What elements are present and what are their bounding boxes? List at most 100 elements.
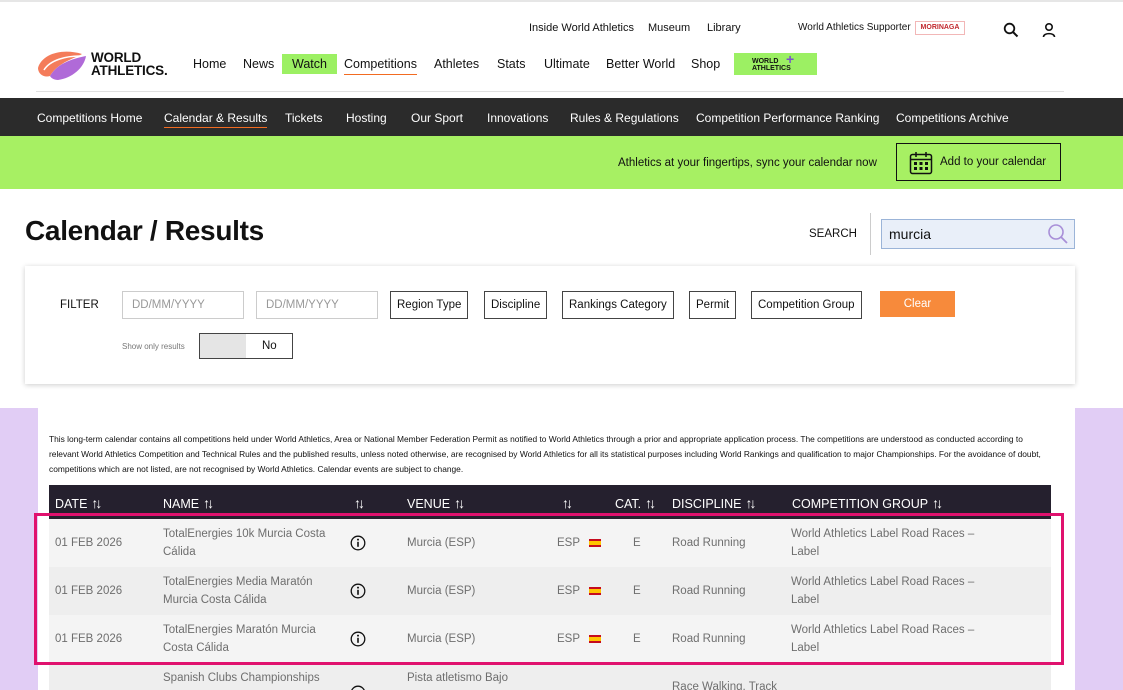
rankings-category-button[interactable]: Rankings Category [562, 291, 674, 319]
search-icon[interactable] [1003, 22, 1021, 40]
table-row[interactable]: 01 FEB 2026 TotalEnergies Maratón Murcia… [49, 615, 1051, 663]
sort-icon: ↑↓ [354, 495, 365, 511]
nav-watch[interactable]: Watch [282, 54, 337, 74]
page-title: Calendar / Results [25, 215, 264, 246]
header-info[interactable]: ↑↓ [350, 495, 365, 511]
row-discipline: Race Walking, Track [672, 681, 778, 690]
subnav-hosting[interactable]: Hosting [346, 111, 387, 125]
header-group-label: COMPETITION GROUP [792, 497, 929, 511]
logo-wordmark: WORLD ATHLETICS. [91, 51, 168, 78]
plus-badge-line-2: ATHLETICS [752, 65, 791, 72]
date-to-input[interactable] [256, 291, 378, 319]
row-country: ESP [557, 585, 581, 597]
world-athletics-mark-icon [38, 51, 86, 80]
subnav-competitions-archive[interactable]: Competitions Archive [896, 111, 1009, 125]
row-name[interactable]: TotalEnergies Maratón Murcia Costa Cálid… [163, 621, 343, 657]
sort-icon: ↑↓ [454, 495, 465, 511]
row-group: World Athletics Label Road Races – Label [791, 624, 975, 654]
nav-competitions[interactable]: Competitions [344, 57, 417, 75]
info-icon[interactable] [350, 631, 366, 647]
date-from-input[interactable] [122, 291, 244, 319]
row-name[interactable]: TotalEnergies Media Maratón Murcia Costa… [163, 573, 343, 609]
link-library[interactable]: Library [707, 22, 741, 34]
link-inside-world-athletics[interactable]: Inside World Athletics [529, 22, 634, 34]
header-venue[interactable]: VENUE ↑↓ [407, 495, 465, 511]
subnav-competition-performance-ranking[interactable]: Competition Performance Ranking [696, 111, 879, 125]
row-name[interactable]: Spanish Clubs Championships [163, 669, 343, 687]
row-cat: E [633, 537, 641, 549]
header-name[interactable]: NAME ↑↓ [163, 495, 214, 511]
header-discipline-label: DISCIPLINE [672, 497, 742, 511]
row-date: 01 FEB 2026 [55, 585, 123, 597]
permit-button[interactable]: Permit [689, 291, 737, 319]
header-discipline[interactable]: DISCIPLINE ↑↓ [672, 495, 756, 511]
row-venue: Murcia (ESP) [407, 537, 476, 549]
row-discipline: Road Running [672, 585, 746, 597]
banner-text: Athletics at your fingertips, sync your … [618, 157, 877, 169]
logo-line-2: ATHLETICS. [91, 63, 168, 78]
clear-filters-button[interactable]: Clear [880, 291, 955, 317]
discipline-button[interactable]: Discipline [484, 291, 548, 319]
header-date[interactable]: DATE ↑↓ [55, 495, 102, 511]
spain-flag-icon [589, 587, 601, 595]
link-museum[interactable]: Museum [648, 22, 690, 34]
calendar-sync-banner: Athletics at your fingertips, sync your … [0, 136, 1123, 189]
row-discipline: Road Running [672, 537, 746, 549]
nav-better-world[interactable]: Better World [606, 57, 675, 71]
info-icon[interactable] [350, 685, 366, 690]
table-row[interactable]: Spanish Clubs Championships Pista atleti… [49, 663, 1051, 690]
toggle-value: No [262, 340, 277, 352]
results-table-header: DATE ↑↓ NAME ↑↓ ↑↓ VENUE ↑↓ ↑↓ CAT. ↑↓ DISCI… [49, 485, 1051, 519]
user-icon[interactable] [1041, 22, 1059, 40]
plus-icon: + [786, 51, 795, 67]
subnav-rules-regulations[interactable]: Rules & Regulations [570, 111, 679, 125]
row-country: ESP [557, 633, 581, 645]
subnav-calendar-results[interactable]: Calendar & Results [164, 111, 268, 128]
header-country[interactable]: ↑↓ [558, 495, 573, 511]
nav-shop[interactable]: Shop [691, 57, 720, 71]
row-group: World Athletics Label Road Races – Label [791, 576, 975, 606]
nav-news[interactable]: News [243, 57, 274, 71]
subnav-innovations[interactable]: Innovations [487, 111, 548, 125]
sort-icon: ↑↓ [645, 495, 656, 511]
row-venue: Murcia (ESP) [407, 585, 476, 597]
search-label: SEARCH [809, 228, 857, 240]
sort-icon: ↑↓ [91, 495, 102, 511]
search-submit-icon[interactable] [1047, 223, 1069, 245]
table-row[interactable]: 01 FEB 2026 TotalEnergies 10k Murcia Cos… [49, 519, 1051, 567]
show-only-results-toggle[interactable]: No [199, 333, 293, 359]
header-competition-group[interactable]: COMPETITION GROUP ↑↓ [792, 495, 943, 511]
row-venue: Murcia (ESP) [407, 633, 476, 645]
nav-athletes[interactable]: Athletes [434, 57, 479, 71]
row-name[interactable]: TotalEnergies 10k Murcia Costa Cálida [163, 525, 343, 561]
calendar-icon [909, 152, 933, 175]
world-athletics-logo[interactable]: WORLD ATHLETICS. [36, 48, 176, 82]
add-to-calendar-button[interactable]: Add to your calendar [896, 143, 1061, 181]
competition-group-button[interactable]: Competition Group [751, 291, 862, 319]
world-athletics-plus-button[interactable]: WORLD ATHLETICS + [734, 51, 817, 75]
subnav-competitions-home[interactable]: Competitions Home [37, 111, 142, 125]
row-venue: Pista atletismo Bajo [407, 672, 508, 684]
subnav-tickets[interactable]: Tickets [285, 111, 323, 125]
row-date: 01 FEB 2026 [55, 537, 123, 549]
region-type-button[interactable]: Region Type [390, 291, 469, 319]
sponsor-logo[interactable]: MORINAGA [915, 21, 965, 35]
search-input[interactable] [881, 219, 1075, 249]
competitions-sub-nav: Competitions Home Calendar & Results Tic… [0, 98, 1123, 136]
show-only-results-label: Show only results [122, 342, 185, 351]
sort-icon: ↑↓ [562, 495, 573, 511]
header-venue-label: VENUE [407, 497, 451, 511]
nav-divider [36, 91, 1064, 92]
header-cat[interactable]: CAT. ↑↓ [615, 495, 656, 511]
row-discipline: Road Running [672, 633, 746, 645]
table-row[interactable]: 01 FEB 2026 TotalEnergies Media Maratón … [49, 567, 1051, 615]
subnav-our-sport[interactable]: Our Sport [411, 111, 463, 125]
nav-ultimate[interactable]: Ultimate [544, 57, 590, 71]
info-icon[interactable] [350, 583, 366, 599]
filter-panel: FILTER Region Type Discipline Rankings C… [25, 266, 1075, 384]
nav-stats[interactable]: Stats [497, 57, 526, 71]
nav-home[interactable]: Home [193, 57, 226, 71]
header-cat-label: CAT. [615, 497, 642, 511]
info-icon[interactable] [350, 535, 366, 551]
search-divider [870, 213, 871, 255]
